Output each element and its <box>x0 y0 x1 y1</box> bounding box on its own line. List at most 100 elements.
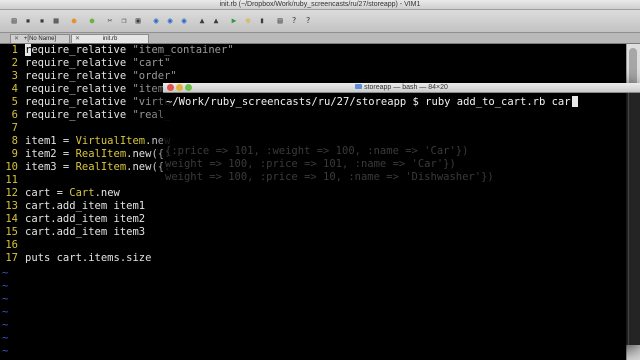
line-code: puts cart.items.size <box>25 252 151 265</box>
terminal-titlebar[interactable]: storeapp — bash — 84×20 <box>163 83 640 93</box>
string-token: "order" <box>132 70 177 82</box>
line-code: require_relative "item_container" <box>25 44 234 57</box>
line-number: 14 <box>5 213 18 225</box>
tab-label: init.rb <box>102 36 118 42</box>
terminal-cursor <box>571 96 578 107</box>
line-code: item3 = RealItem.new({: <box>25 161 170 174</box>
line-number: 15 <box>5 226 18 238</box>
code-token: require_relative <box>25 57 133 69</box>
constant-token: VirtualItem <box>75 135 146 147</box>
tab-close-icon[interactable]: ✕ <box>14 35 19 44</box>
help-icon[interactable]: ? <box>288 15 300 27</box>
tab-init-rb[interactable]: ✕ init.rb <box>71 34 149 43</box>
save-icon[interactable]: ▪ <box>22 15 34 27</box>
find-prev-icon[interactable]: ◉ <box>178 15 190 27</box>
redo-icon[interactable]: ● <box>86 15 98 27</box>
vim-tabbar: ✕ +[No Name] ✕ init.rb <box>0 33 640 44</box>
tab-close-icon[interactable]: ✕ <box>75 35 80 44</box>
line-code: cart.add_item item2 <box>25 213 145 226</box>
code-token: equire_relative <box>31 44 133 56</box>
empty-line-tilde: ~ <box>2 267 9 279</box>
code-token: item2 = <box>25 148 76 160</box>
terminal-title: storeapp — bash — 84×20 <box>163 83 640 92</box>
code-token: require_relative <box>25 96 133 108</box>
vim-toolbar: ▤ ▪ ▪ ▦ ● ● ✂ ❐ ▣ ◉ ◉ ◉ ▲ ▲ ▶ ☢ ▮ ▤?? <box>0 10 640 33</box>
tab-no-name[interactable]: ✕ +[No Name] <box>10 34 70 43</box>
tab-label: +[No Name] <box>23 36 57 42</box>
paste-icon[interactable]: ▣ <box>132 15 144 27</box>
load-session-icon[interactable]: ▲ <box>196 15 208 27</box>
code-token: .new <box>94 187 120 199</box>
code-token: cart.add_item item2 <box>25 213 146 225</box>
line-number: 8 <box>11 135 18 147</box>
empty-line-tilde: ~ <box>2 319 9 331</box>
code-line: 3 require_relative "order" <box>0 70 626 83</box>
string-token: "item_container" <box>132 44 234 56</box>
find-next-icon[interactable]: ◉ <box>164 15 176 27</box>
vim-scroll-thumb[interactable] <box>629 48 637 88</box>
code-token: item1 = <box>25 135 76 147</box>
terminal-title-text: storeapp — bash — 84×20 <box>364 84 448 91</box>
find-icon[interactable]: ◉ <box>150 15 162 27</box>
code-token: puts cart.items.size <box>25 252 152 264</box>
line-number: 5 <box>11 96 18 108</box>
line-code: require_relative "order" <box>25 70 177 83</box>
line-code: require_relative "virtu <box>25 96 170 109</box>
find-help-icon[interactable]: ? <box>302 15 314 27</box>
run-script-icon[interactable]: ▶ <box>228 15 240 27</box>
code-token: item3 = <box>25 161 76 173</box>
line-number: 9 <box>11 148 18 160</box>
constant-token: RealItem <box>75 148 127 160</box>
line-code: cart.add_item item3 <box>25 226 145 239</box>
terminal-scrollbar[interactable] <box>628 93 640 345</box>
line-code: require_relative "cart" <box>25 57 170 70</box>
empty-line-tilde: ~ <box>2 306 9 318</box>
vim-titlebar[interactable]: init.rb (~/Dropbox/Work/ruby_screencasts… <box>0 0 640 10</box>
line-code: require_relative "real_ <box>25 109 170 122</box>
line-code: item1 = VirtualItem.new <box>25 135 170 148</box>
code-line: 1 require_relative "item_container" <box>0 44 626 57</box>
line-number: 2 <box>11 57 18 69</box>
code-token: cart.add_item item1 <box>25 200 146 212</box>
ctags-icon[interactable]: ▤ <box>274 15 286 27</box>
undo-icon[interactable]: ● <box>68 15 80 27</box>
code-token: cart = <box>25 187 70 199</box>
line-number: 1 <box>11 44 18 56</box>
background-ghost-text: weight => 100, :price => 10, :name => 'D… <box>165 171 494 183</box>
cut-icon[interactable]: ✂ <box>104 15 116 27</box>
line-number: 17 <box>5 252 18 264</box>
constant-token: RealItem <box>75 161 127 173</box>
make-icon[interactable]: ☢ <box>242 15 254 27</box>
line-number: 12 <box>5 187 18 199</box>
line-number: 6 <box>11 109 18 121</box>
background-ghost-text: weight => 100, :price => 101, :name => '… <box>165 158 456 170</box>
code-token: cart.add_item item3 <box>25 226 146 238</box>
line-code: item2 = RealItem.new({: <box>25 148 170 161</box>
string-token: "item <box>132 83 165 95</box>
open-file-icon[interactable]: ▤ <box>8 15 20 27</box>
code-line: 2 require_relative "cart" <box>0 57 626 70</box>
save-all-icon[interactable]: ▪ <box>36 15 48 27</box>
empty-line-tilde: ~ <box>2 332 9 344</box>
save-session-icon[interactable]: ▲ <box>210 15 222 27</box>
empty-line-tilde: ~ <box>2 345 9 357</box>
terminal-command-text: ~/Work/ruby_screencasts/ru/27/storeapp $… <box>166 96 571 108</box>
line-code: cart.add_item item1 <box>25 200 145 213</box>
terminal-window: storeapp — bash — 84×20 {:price => 101, … <box>163 83 640 345</box>
empty-line-tilde: ~ <box>2 280 9 292</box>
line-number: 4 <box>11 83 18 95</box>
code-token: require_relative <box>25 70 133 82</box>
code-token: require_relative <box>25 83 133 95</box>
print-icon[interactable]: ▦ <box>50 15 62 27</box>
line-code: require_relative "item <box>25 83 164 96</box>
string-token: "cart" <box>132 57 171 69</box>
line-number: 3 <box>11 70 18 82</box>
terminal-prompt-line: ~/Work/ruby_screencasts/ru/27/storeapp $… <box>166 96 578 109</box>
constant-token: Cart <box>69 187 95 199</box>
terminal-body[interactable]: {:price => 101, :weight => 100, :name =>… <box>163 93 628 345</box>
empty-line-tilde: ~ <box>2 293 9 305</box>
line-number: 13 <box>5 200 18 212</box>
shell-icon[interactable]: ▮ <box>256 15 268 27</box>
copy-icon[interactable]: ❐ <box>118 15 130 27</box>
vim-window-title: init.rb (~/Dropbox/Work/ruby_screencasts… <box>219 1 421 8</box>
